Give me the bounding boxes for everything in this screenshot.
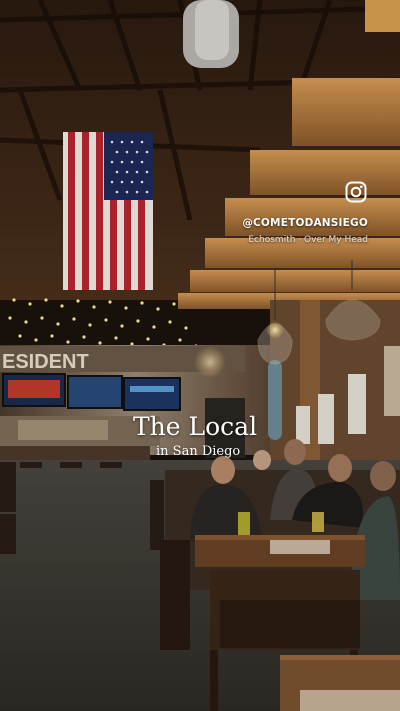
music-track-label[interactable]: Echosmith · Over My Head <box>248 235 368 245</box>
video-title: The Local <box>133 412 258 441</box>
video-frame: ESIDENT @COMETODANSIEGO Echosmith · Over… <box>0 0 400 711</box>
restaurant-photo: ESIDENT <box>0 0 400 711</box>
account-handle[interactable]: @COMETODANSIEGO <box>242 217 368 229</box>
video-subtitle: in San Diego <box>156 444 241 459</box>
instagram-icon[interactable] <box>345 181 367 203</box>
